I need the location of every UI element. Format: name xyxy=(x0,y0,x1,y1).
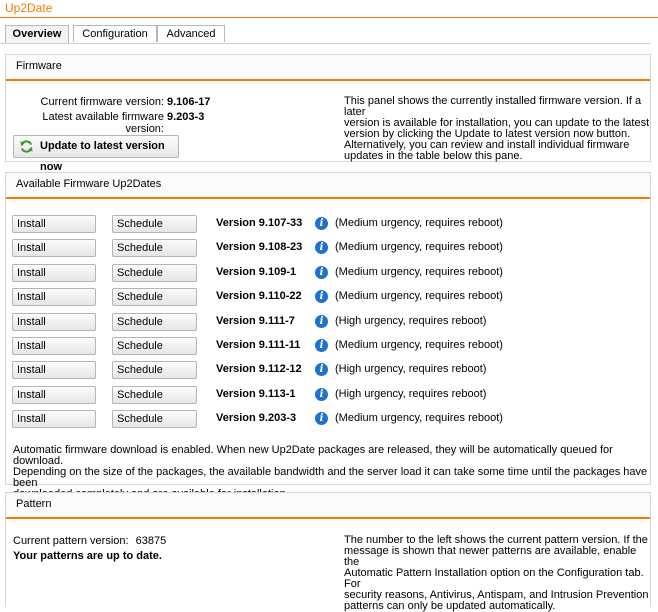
schedule-button[interactable]: Schedule xyxy=(112,263,197,282)
update-row: Install Schedule Version 9.108-23 i (Medium … xyxy=(6,239,650,258)
version-label: Version 9.111-11 xyxy=(216,339,301,351)
firmware-panel-header: Firmware xyxy=(6,55,650,81)
info-icon[interactable]: i xyxy=(315,217,328,230)
update-row: Install Schedule Version 9.112-12 i (High ur… xyxy=(6,361,650,380)
update-row: Install Schedule Version 9.109-1 i (Medium u… xyxy=(6,263,650,282)
tab-divider xyxy=(0,43,650,44)
urgency-label: (Medium urgency, requires reboot) xyxy=(335,290,503,303)
pattern-panel: Pattern Current pattern version: 63875 Y… xyxy=(5,492,651,612)
schedule-button[interactable]: Schedule xyxy=(112,410,197,429)
update-button-label: Update to latest version now xyxy=(40,140,165,173)
install-button[interactable]: Install xyxy=(12,385,96,404)
schedule-button[interactable]: Schedule xyxy=(112,215,197,233)
install-button[interactable]: Install xyxy=(12,239,96,258)
firmware-description-line: updates in the table below this pane. xyxy=(344,150,523,162)
refresh-icon xyxy=(20,140,33,153)
pattern-description: The number to the left shows the current… xyxy=(344,535,650,612)
install-button[interactable]: Install xyxy=(12,410,96,429)
info-icon[interactable]: i xyxy=(315,290,328,304)
latest-firmware-value: 9.203-3 xyxy=(167,111,205,123)
install-button[interactable]: Install xyxy=(12,263,96,282)
version-label: Version 9.108-23 xyxy=(216,241,303,254)
tab-overview[interactable]: Overview xyxy=(5,25,69,44)
urgency-label: (Medium urgency, requires reboot) xyxy=(335,265,503,278)
pattern-version-value: 63875 xyxy=(135,535,167,547)
urgency-label: (High urgency, requires reboot) xyxy=(335,363,487,376)
current-firmware-value: 9.106-17 xyxy=(167,96,211,108)
urgency-label: (Medium urgency, requires reboot) xyxy=(335,241,503,254)
urgency-label: (High urgency, requires reboot) xyxy=(335,314,487,327)
pattern-description-line: message is shown that newer patterns are… xyxy=(344,545,637,568)
notice-line: Automatic firmware download is enabled. … xyxy=(13,444,613,467)
firmware-description: This panel shows the currently installed… xyxy=(344,96,650,162)
urgency-label: (Medium urgency, requires reboot) xyxy=(335,412,503,425)
urgency-label: (Medium urgency, requires reboot) xyxy=(335,217,503,229)
latest-firmware-label: Latest available firmware version: xyxy=(42,111,164,135)
version-label: Version 9.203-3 xyxy=(216,412,297,425)
install-button[interactable]: Install xyxy=(12,337,96,355)
schedule-button[interactable]: Schedule xyxy=(112,385,197,404)
tab-advanced[interactable]: Advanced xyxy=(157,25,225,42)
firmware-panel: Firmware Current firmware version: 9.106… xyxy=(5,54,651,173)
pattern-description-line: Automatic Pattern Installation option on… xyxy=(344,567,644,590)
tab-configuration[interactable]: Configuration xyxy=(73,25,157,42)
info-icon[interactable]: i xyxy=(315,265,328,279)
info-icon[interactable]: i xyxy=(315,241,328,255)
available-updates-header: Available Firmware Up2Dates xyxy=(6,173,650,199)
title-divider xyxy=(0,17,658,18)
version-label: Version 9.111-7 xyxy=(216,314,295,327)
info-icon[interactable]: i xyxy=(315,363,328,377)
version-label: Version 9.113-1 xyxy=(216,387,296,400)
install-button[interactable]: Install xyxy=(12,312,96,331)
version-label: Version 9.109-1 xyxy=(216,265,297,278)
current-firmware-label: Current firmware version: xyxy=(40,96,164,108)
update-to-latest-button[interactable]: Update to latest version now xyxy=(13,135,179,173)
pattern-panel-header: Pattern xyxy=(6,493,650,519)
pattern-status: Your patterns are up to date. xyxy=(13,550,162,562)
info-icon[interactable]: i xyxy=(315,412,328,426)
update-row: Install Schedule Version 9.113-1 i (High urg… xyxy=(6,385,650,404)
urgency-label: (Medium urgency, requires reboot) xyxy=(335,339,503,351)
install-button[interactable]: Install xyxy=(12,215,96,233)
schedule-button[interactable]: Schedule xyxy=(112,288,197,307)
update-row: Install Schedule Version 9.107-33 i (Medium … xyxy=(6,215,650,233)
schedule-button[interactable]: Schedule xyxy=(112,312,197,331)
schedule-button[interactable]: Schedule xyxy=(112,337,197,355)
update-row: Install Schedule Version 9.111-11 i (Medium … xyxy=(6,337,650,355)
update-row: Install Schedule Version 9.111-7 i (High urg… xyxy=(6,312,650,331)
version-label: Version 9.107-33 xyxy=(216,217,303,229)
pattern-version-line: Current pattern version: 63875 xyxy=(13,535,166,547)
firmware-description-line: This panel shows the currently installed… xyxy=(344,95,642,118)
urgency-label: (High urgency, requires reboot) xyxy=(335,387,487,400)
install-button[interactable]: Install xyxy=(12,361,96,380)
info-icon[interactable]: i xyxy=(315,314,328,328)
update-row: Install Schedule Version 9.203-3 i (Medium u… xyxy=(6,410,650,429)
schedule-button[interactable]: Schedule xyxy=(112,361,197,380)
install-button[interactable]: Install xyxy=(12,288,96,307)
schedule-button[interactable]: Schedule xyxy=(112,239,197,258)
update-row: Install Schedule Version 9.110-22 i (Medium … xyxy=(6,288,650,307)
pattern-version-label: Current pattern version: xyxy=(13,535,129,547)
version-label: Version 9.112-12 xyxy=(216,363,302,376)
version-label: Version 9.110-22 xyxy=(216,290,302,303)
app-title: Up2Date xyxy=(5,1,53,15)
notice-line: Depending on the size of the packages, t… xyxy=(13,466,648,489)
info-icon[interactable]: i xyxy=(315,387,328,401)
info-icon[interactable]: i xyxy=(315,339,328,352)
available-updates-panel: Available Firmware Up2Dates Install Sched… xyxy=(5,172,651,500)
